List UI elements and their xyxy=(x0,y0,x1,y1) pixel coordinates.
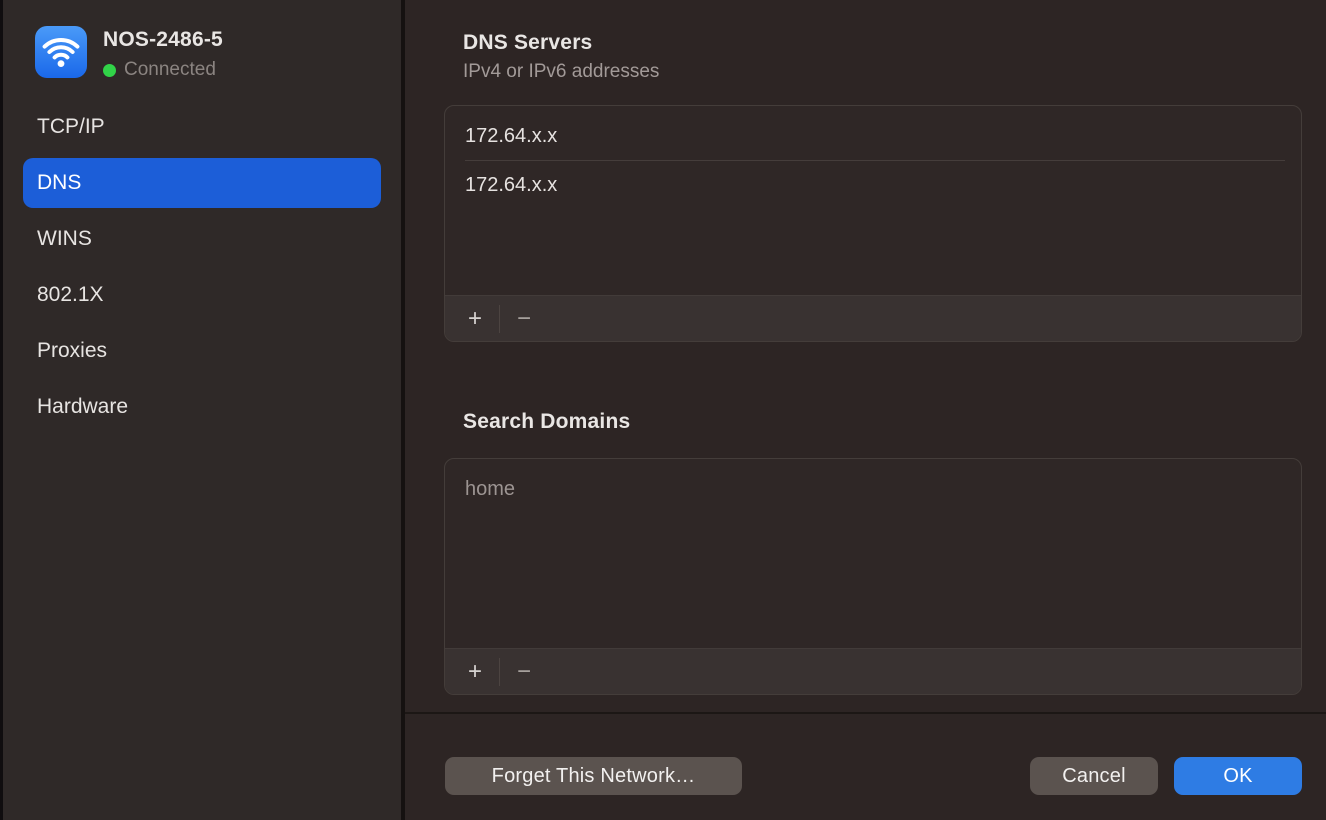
button-separator xyxy=(499,658,500,686)
button-separator xyxy=(499,305,500,333)
search-domain-entry[interactable]: home xyxy=(445,465,1301,513)
minus-icon: − xyxy=(517,660,531,684)
dns-servers-title: DNS Servers xyxy=(463,31,592,55)
search-domains-add-button[interactable]: + xyxy=(457,657,493,687)
dns-server-entry[interactable]: 172.64.x.x xyxy=(445,112,1301,160)
search-domains-listbox: home + − xyxy=(444,458,1302,695)
sidebar-item-wins[interactable]: WINS xyxy=(23,214,381,264)
cancel-button[interactable]: Cancel xyxy=(1030,757,1158,795)
search-domains-remove-button[interactable]: − xyxy=(506,657,542,687)
sidebar-item-proxies[interactable]: Proxies xyxy=(23,326,381,376)
forget-network-button[interactable]: Forget This Network… xyxy=(445,757,742,795)
dns-settings-panel: DNS Servers IPv4 or IPv6 addresses 172.6… xyxy=(405,0,1326,820)
sidebar-nav: TCP/IP DNS WINS 802.1X Proxies Hardware xyxy=(23,102,381,438)
sidebar: NOS-2486-5 Connected TCP/IP DNS WINS 802… xyxy=(3,0,401,820)
dns-servers-subtitle: IPv4 or IPv6 addresses xyxy=(463,61,659,83)
dns-servers-footer: + − xyxy=(445,295,1301,341)
connected-status-label: Connected xyxy=(124,59,216,81)
network-name: NOS-2486-5 xyxy=(103,28,223,52)
plus-icon: + xyxy=(468,660,482,684)
wifi-icon xyxy=(35,26,87,78)
search-domains-title: Search Domains xyxy=(463,410,630,434)
dns-server-entry[interactable]: 172.64.x.x xyxy=(445,161,1301,209)
sidebar-item-tcpip[interactable]: TCP/IP xyxy=(23,102,381,152)
dns-add-button[interactable]: + xyxy=(457,304,493,334)
minus-icon: − xyxy=(517,307,531,331)
footer-divider xyxy=(405,712,1326,714)
network-meta: NOS-2486-5 Connected xyxy=(103,26,223,81)
dns-servers-listbox: 172.64.x.x 172.64.x.x + − xyxy=(444,105,1302,342)
network-header: NOS-2486-5 Connected xyxy=(35,26,223,81)
network-status: Connected xyxy=(103,59,223,81)
sidebar-item-hardware[interactable]: Hardware xyxy=(23,382,381,432)
sidebar-item-dns[interactable]: DNS xyxy=(23,158,381,208)
sidebar-item-8021x[interactable]: 802.1X xyxy=(23,270,381,320)
ok-button[interactable]: OK xyxy=(1174,757,1302,795)
plus-icon: + xyxy=(468,307,482,331)
search-domains-rows: home xyxy=(445,459,1301,648)
connected-status-dot-icon xyxy=(103,64,116,77)
dns-remove-button[interactable]: − xyxy=(506,304,542,334)
search-domains-footer: + − xyxy=(445,648,1301,694)
dns-servers-rows: 172.64.x.x 172.64.x.x xyxy=(445,106,1301,295)
